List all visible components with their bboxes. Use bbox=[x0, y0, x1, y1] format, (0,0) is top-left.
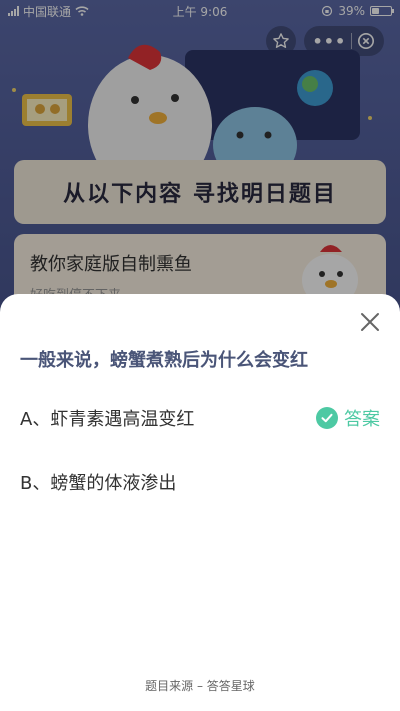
question-sheet: 一般来说，螃蟹煮熟后为什么会变红 A、虾青素遇高温变红 答案 B、螃蟹的体液渗出… bbox=[0, 294, 400, 711]
option-a[interactable]: A、虾青素遇高温变红 答案 bbox=[20, 403, 380, 433]
question-title: 一般来说，螃蟹煮熟后为什么会变红 bbox=[20, 350, 308, 371]
option-b[interactable]: B、螃蟹的体液渗出 bbox=[20, 467, 380, 497]
close-button[interactable] bbox=[358, 310, 382, 334]
answer-tag: 答案 bbox=[316, 405, 380, 431]
option-a-text: A、虾青素遇高温变红 bbox=[20, 409, 195, 430]
option-b-text: B、螃蟹的体液渗出 bbox=[20, 473, 177, 494]
check-circle-icon bbox=[316, 407, 338, 429]
answer-label: 答案 bbox=[344, 409, 380, 430]
question-source: 题目来源 – 答答星球 bbox=[145, 679, 255, 693]
close-icon bbox=[361, 313, 379, 331]
